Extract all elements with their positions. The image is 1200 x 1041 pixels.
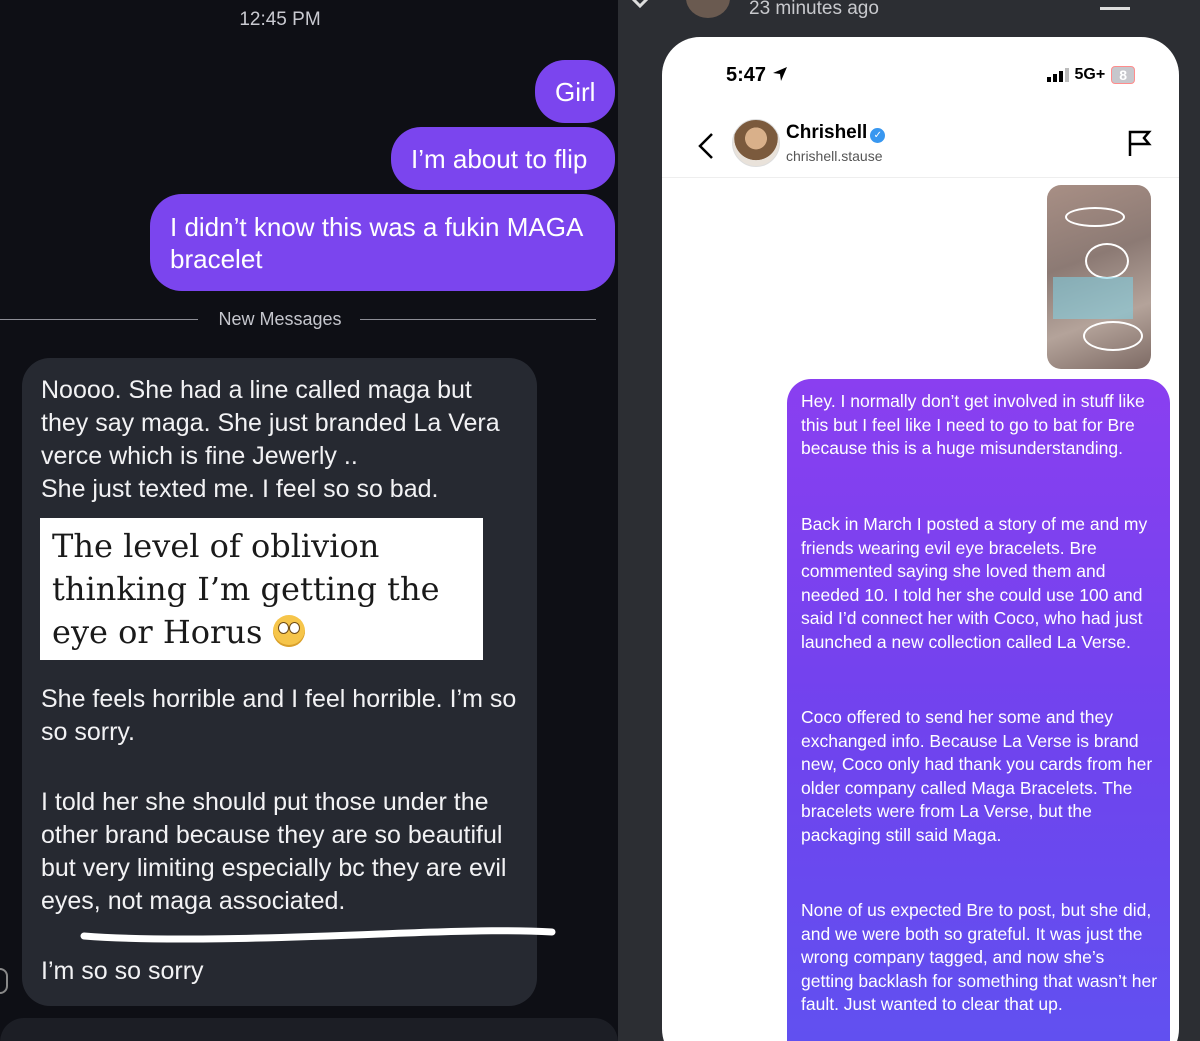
shared-story-thumbnail[interactable] — [1047, 185, 1151, 369]
composer-bar[interactable] — [0, 1018, 618, 1041]
header-divider — [662, 177, 1179, 178]
text-overlay — [1053, 277, 1133, 319]
outgoing-message[interactable]: I didn’t know this was a fukin MAGA brac… — [150, 194, 615, 291]
menu-icon[interactable] — [1100, 7, 1130, 10]
incoming-message[interactable]: Noooo. She had a line called maga but th… — [22, 358, 537, 1006]
annotation-circle — [1083, 321, 1143, 351]
message-paragraph: None of us expected Bre to post, but she… — [801, 900, 1158, 1014]
left-conversation-panel: 12:45 PM Girl I’m about to flip I didn’t… — [0, 0, 618, 1041]
right-story-panel: 23 minutes ago 5:47 5G+ 8 Chrishell ✓ chr — [618, 0, 1200, 1041]
battery-indicator: 8 — [1111, 66, 1135, 84]
close-icon[interactable] — [624, 0, 658, 10]
phone-screenshot: 5:47 5G+ 8 Chrishell✓ chrishell.stause — [662, 37, 1179, 1041]
flag-icon[interactable] — [1127, 129, 1153, 157]
back-chevron-icon[interactable] — [696, 132, 716, 162]
chat-header: Chrishell ✓ chrishell.stause — [662, 117, 1179, 177]
status-indicators: 5G+ 8 — [1046, 66, 1135, 84]
status-time: 5:47 — [726, 64, 788, 87]
signal-bars-icon — [1046, 68, 1069, 82]
message-paragraph: Hey. I normally don’t get involved in st… — [801, 391, 1145, 458]
incoming-text: I’m so so sorry — [41, 957, 204, 985]
divider-line — [360, 319, 596, 320]
story-header: 23 minutes ago — [618, 0, 1200, 40]
status-time-text: 5:47 — [726, 64, 767, 86]
hand-drawn-underline — [80, 927, 556, 943]
contact-name-text: Chrishell — [786, 122, 868, 143]
annotation-circle — [1065, 207, 1125, 227]
incoming-text: I told her she should put those under th… — [41, 788, 507, 915]
quote-text: The level of oblivion thinking I’m getti… — [52, 527, 440, 651]
incoming-text: Noooo. She had a line called maga but th… — [41, 376, 500, 470]
message-timestamp: 12:45 PM — [239, 9, 321, 30]
verified-badge-icon: ✓ — [870, 128, 886, 143]
story-avatar[interactable] — [686, 0, 730, 18]
location-arrow-icon — [772, 67, 787, 81]
story-timestamp: 23 minutes ago — [749, 0, 879, 19]
incoming-text: She feels horrible and I feel horrible. … — [41, 685, 517, 746]
new-messages-label: New Messages — [218, 309, 342, 329]
screenshot-quote: The level of oblivion thinking I’m getti… — [40, 518, 483, 660]
new-messages-divider: New Messages — [0, 308, 600, 332]
annotation-circle — [1085, 243, 1129, 279]
divider-line — [0, 319, 198, 320]
eye-roll-emoji-icon — [272, 615, 305, 647]
network-label: 5G+ — [1074, 66, 1106, 83]
incoming-text: She just texted me. I feel so so bad. — [41, 475, 439, 503]
outgoing-message[interactable]: Girl — [535, 60, 615, 123]
contact-name[interactable]: Chrishell ✓ — [786, 122, 886, 144]
outgoing-message[interactable]: I’m about to flip — [391, 127, 615, 190]
message-paragraph: Back in March I posted a story of me and… — [801, 514, 1148, 652]
long-message-bubble[interactable]: Hey. I normally don’t get involved in st… — [787, 379, 1170, 1041]
avatar[interactable] — [732, 119, 780, 167]
message-paragraph: Coco offered to send her some and they e… — [801, 707, 1153, 845]
contact-handle: chrishell.stause — [786, 148, 883, 164]
edge-icon — [0, 968, 8, 994]
